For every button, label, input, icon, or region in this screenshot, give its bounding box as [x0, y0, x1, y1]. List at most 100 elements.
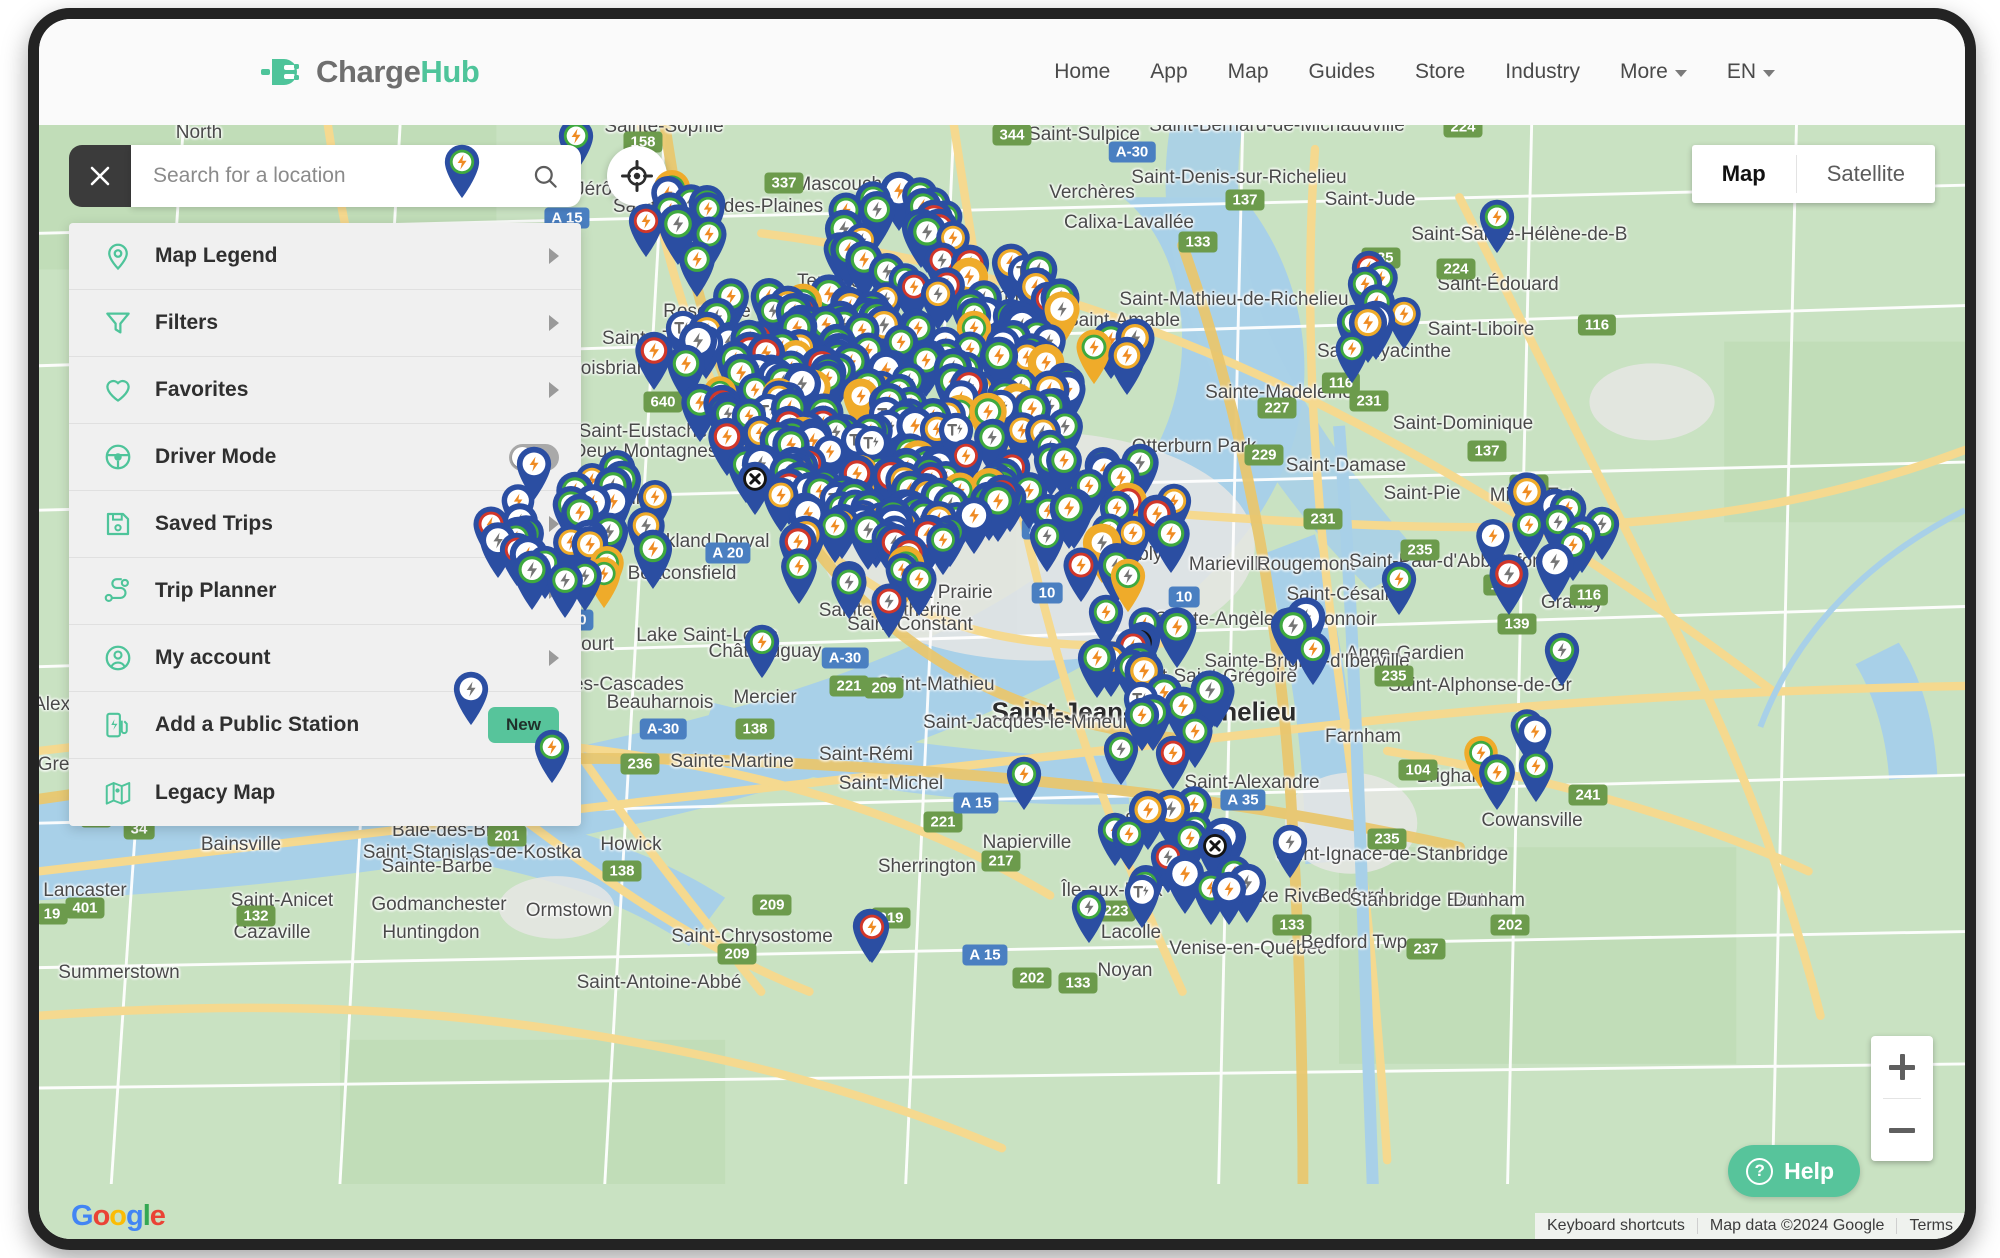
menu-item-filters[interactable]: Filters [69, 290, 581, 357]
browser-window: ChargeHub Home App Map Guides Store Indu… [28, 8, 1976, 1250]
steering-wheel-icon [101, 440, 135, 474]
highway-shield: 19 [39, 904, 67, 925]
station-marker[interactable] [850, 906, 894, 969]
map-place-label: Saint-Michel [839, 773, 944, 795]
nav-label: Industry [1505, 60, 1580, 84]
station-marker[interactable] [1103, 333, 1151, 401]
keyboard-shortcuts-link[interactable]: Keyboard shortcuts [1535, 1217, 1697, 1235]
station-marker[interactable] [1120, 871, 1164, 934]
station-marker[interactable] [440, 141, 484, 204]
close-icon [88, 164, 112, 188]
nav-item-guides[interactable]: Guides [1309, 60, 1376, 84]
highway-shield: A-30 [640, 719, 687, 740]
nav-label: Store [1415, 60, 1465, 84]
highway-shield: 133 [1272, 915, 1311, 936]
map-type-map-button[interactable]: Map [1692, 145, 1796, 203]
station-marker[interactable] [827, 561, 872, 625]
nav-item-home[interactable]: Home [1054, 60, 1110, 84]
search-icon[interactable] [532, 163, 559, 190]
station-marker[interactable] [1268, 821, 1312, 884]
station-marker[interactable] [1514, 745, 1558, 808]
user-circle-icon [101, 641, 135, 675]
nav-item-industry[interactable]: Industry [1505, 60, 1580, 84]
map-place-label: Saint-Denis-sur-Richelieu [1131, 167, 1346, 189]
nav-item-store[interactable]: Store [1415, 60, 1465, 84]
highway-shield: 221 [829, 676, 868, 697]
zoom-in-button[interactable] [1871, 1036, 1933, 1098]
help-label: Help [1784, 1158, 1834, 1185]
menu-item-label: Favorites [155, 378, 549, 402]
highway-shield: 235 [1367, 829, 1406, 850]
station-marker[interactable] [542, 558, 588, 624]
highway-shield: 209 [752, 895, 791, 916]
highway-shield: 231 [1349, 391, 1388, 412]
station-marker[interactable] [740, 621, 784, 684]
station-marker[interactable] [1147, 511, 1195, 579]
station-marker[interactable] [1002, 753, 1046, 816]
map-place-label: Sainte-Sophie [604, 125, 723, 138]
chargehub-logo[interactable]: ChargeHub [261, 54, 479, 90]
map-type-switch[interactable]: Map Satellite [1692, 145, 1935, 203]
question-circle-icon: ? [1746, 1158, 1773, 1185]
search-bar[interactable] [131, 145, 581, 207]
highway-shield: 133 [1058, 973, 1097, 994]
zoom-out-button[interactable] [1871, 1099, 1933, 1161]
station-marker[interactable] [867, 580, 912, 644]
nav-item-app[interactable]: App [1150, 60, 1187, 84]
map-type-satellite-button[interactable]: Satellite [1797, 145, 1935, 203]
route-icon [101, 574, 135, 608]
highway-shield: A 15 [962, 945, 1007, 966]
menu-item-my-account[interactable]: My account [69, 625, 581, 692]
station-marker[interactable] [629, 525, 678, 595]
terms-link[interactable]: Terms [1897, 1217, 1965, 1235]
save-icon [101, 507, 135, 541]
station-marker[interactable] [1291, 628, 1335, 691]
highway-shield: 221 [923, 812, 962, 833]
menu-item-legacy-map[interactable]: Legacy Map [69, 759, 581, 826]
station-marker[interactable] [1540, 629, 1584, 692]
highway-shield: 209 [717, 944, 756, 965]
highway-shield: 209 [864, 678, 903, 699]
menu-item-favorites[interactable]: Favorites [69, 357, 581, 424]
menu-item-add-public-station[interactable]: Add a Public Station New [69, 692, 581, 759]
zoom-control[interactable] [1871, 1036, 1933, 1161]
menu-item-map-legend[interactable]: Map Legend [69, 223, 581, 290]
nav-label: More [1620, 60, 1668, 84]
map-place-label: Sherrington [878, 856, 976, 878]
map-place-label: Saint-Antoine-Abbé [577, 972, 742, 994]
map-place-label: Saint-Liboire [1428, 319, 1535, 341]
highway-shield: 202 [1012, 968, 1051, 989]
station-marker[interactable] [449, 668, 493, 731]
station-marker[interactable] [1475, 196, 1519, 259]
map-place-label: Saint-Jude [1325, 189, 1416, 211]
site-header: ChargeHub Home App Map Guides Store Indu… [39, 19, 1965, 125]
nav-item-language[interactable]: EN [1727, 60, 1775, 84]
station-marker[interactable] [1484, 550, 1534, 621]
help-button[interactable]: ? Help [1728, 1145, 1860, 1197]
station-marker[interactable] [1331, 329, 1373, 389]
station-marker[interactable] [1377, 558, 1421, 621]
close-panel-button[interactable] [69, 145, 131, 207]
station-marker[interactable] [1207, 868, 1251, 931]
nav-item-map[interactable]: Map [1228, 60, 1269, 84]
station-marker[interactable] [1531, 538, 1580, 608]
station-marker[interactable] [530, 726, 574, 789]
attribution-bar: Keyboard shortcuts Map data ©2024 Google… [1535, 1213, 1965, 1239]
chevron-right-icon [549, 248, 559, 264]
map-place-label: Beauharnois [607, 692, 714, 714]
menu-item-label: Filters [155, 311, 549, 335]
map-place-label: Bainsville [201, 834, 281, 856]
station-marker[interactable] [1099, 728, 1143, 791]
map-surface[interactable]: NorthSaint-SulpiceSaint-Bernard-de-Micha… [39, 125, 1965, 1239]
highway-shield: 217 [981, 851, 1020, 872]
highway-shield: 235 [1374, 666, 1413, 687]
highway-shield: 138 [602, 861, 641, 882]
menu-item-label: Legacy Map [155, 781, 559, 805]
chevron-down-icon [1763, 70, 1775, 77]
highway-shield: 116 [1578, 315, 1616, 336]
station-marker[interactable] [1067, 886, 1111, 949]
station-marker[interactable] [776, 544, 822, 610]
highway-shield: 401 [65, 898, 104, 919]
station-marker[interactable] [1474, 750, 1520, 816]
nav-item-more[interactable]: More [1620, 60, 1687, 84]
